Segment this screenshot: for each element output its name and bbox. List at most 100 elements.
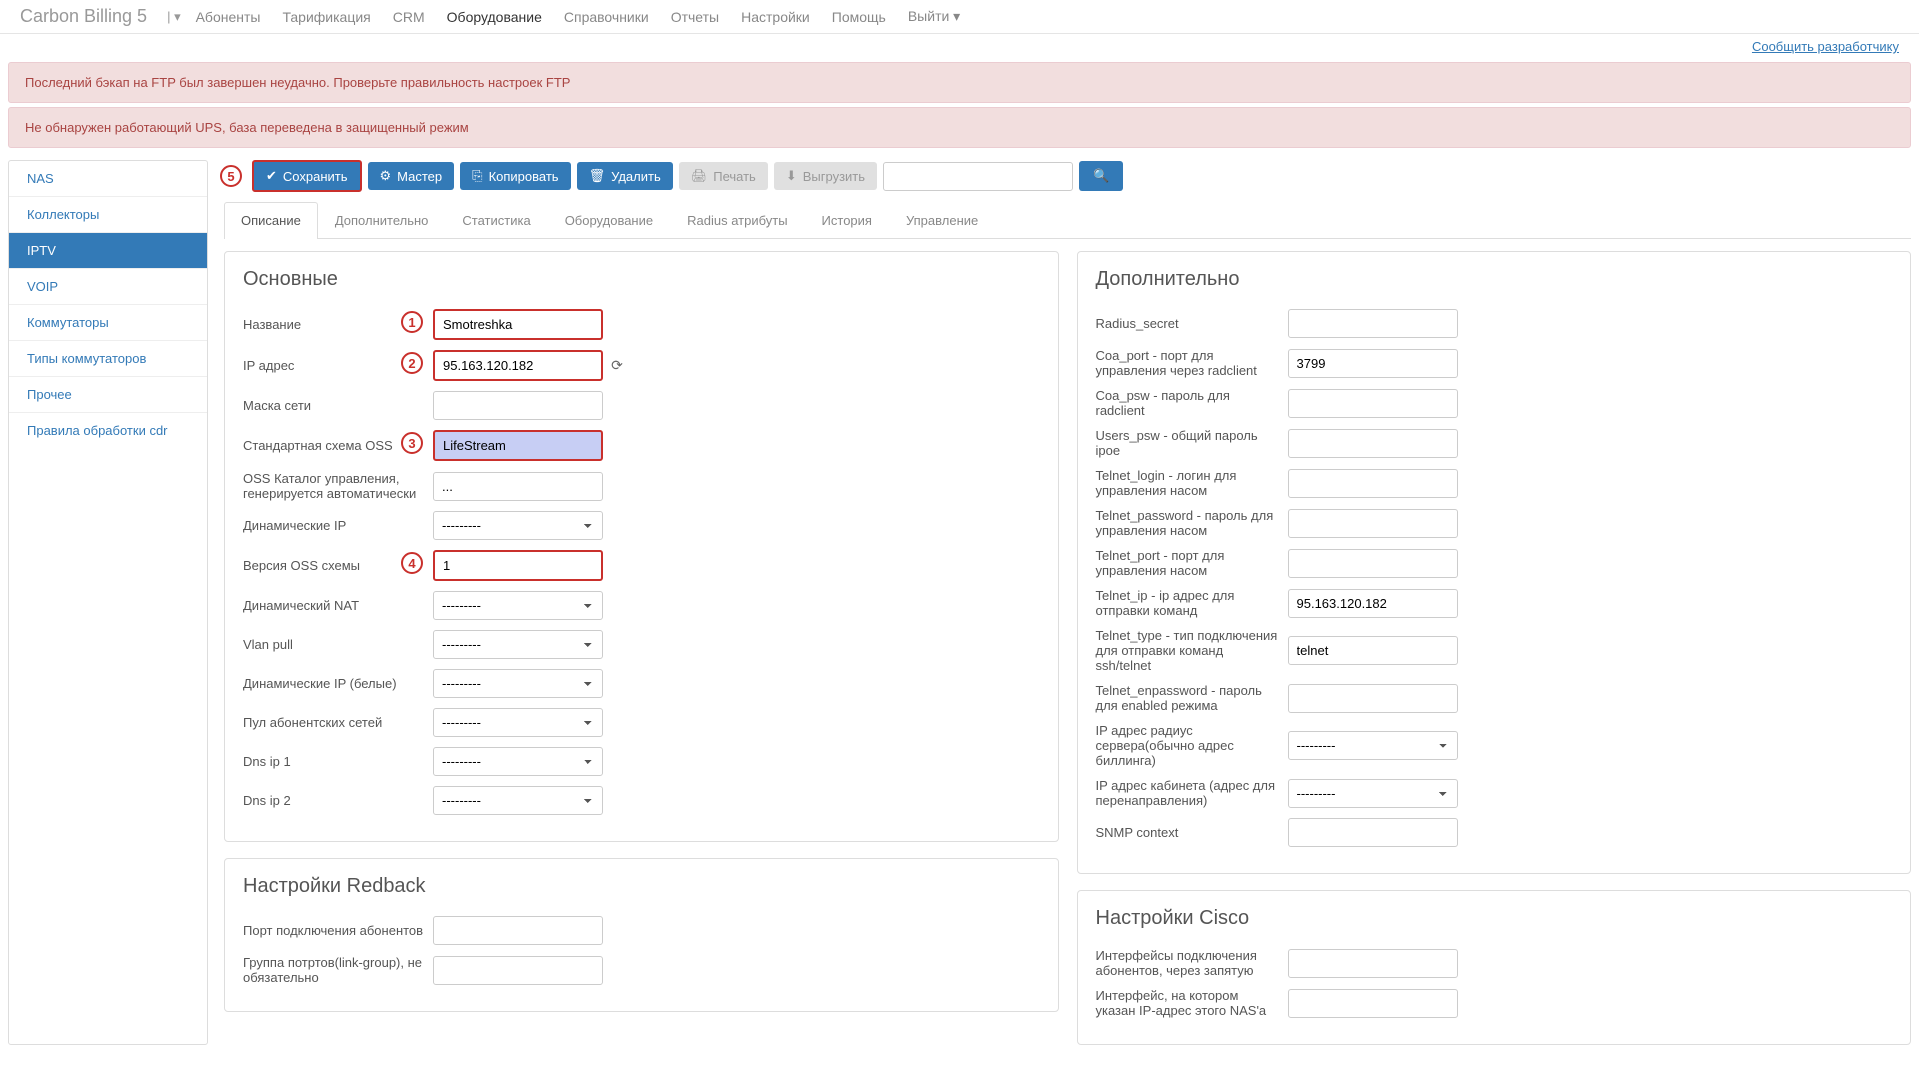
delete-button-label: Удалить [611, 169, 661, 184]
tenp-input[interactable] [1288, 684, 1458, 713]
marker-1: 1 [401, 311, 423, 333]
osscat-input[interactable] [433, 472, 603, 501]
dynip-select[interactable]: --------- [433, 511, 603, 540]
upsw-label: Users_psw - общий пароль ipoe [1096, 428, 1288, 458]
pool-select[interactable]: --------- [433, 708, 603, 737]
sidebar-item-switchtypes[interactable]: Типы коммутаторов [9, 341, 207, 377]
nav-reports[interactable]: Отчеты [671, 9, 719, 25]
tab-history[interactable]: История [805, 202, 889, 238]
rb-group-label: Группа потртов(link-group), не обязатель… [243, 955, 433, 985]
nav-help[interactable]: Помощь [832, 9, 886, 25]
save-button-label: Сохранить [283, 169, 348, 184]
oss-select[interactable]: LifeStream [433, 430, 603, 461]
tab-description[interactable]: Описание [224, 202, 318, 239]
export-button: ⬇ Выгрузить [774, 162, 877, 190]
snmp-input[interactable] [1288, 818, 1458, 847]
panel-additional: Дополнительно Radius_secret Coa_port - п… [1077, 251, 1912, 874]
ttype-input[interactable] [1288, 636, 1458, 665]
panel-cisco-title: Настройки Cisco [1096, 907, 1893, 930]
dnat-select[interactable]: --------- [433, 591, 603, 620]
search-button[interactable]: 🔍 [1079, 161, 1123, 191]
copy-button-label: Копировать [489, 169, 559, 184]
ossver-input[interactable] [433, 550, 603, 581]
tport-input[interactable] [1288, 549, 1458, 578]
tab-radius[interactable]: Radius атрибуты [670, 202, 804, 238]
nav-tariffs[interactable]: Тарификация [282, 9, 370, 25]
search-input[interactable] [883, 162, 1073, 191]
download-icon: ⬇ [786, 168, 797, 184]
panel-redback-title: Настройки Redback [243, 875, 1040, 898]
nav-crm[interactable]: CRM [393, 9, 425, 25]
dns2-label: Dns ip 2 [243, 793, 433, 808]
dynw-label: Динамические IP (белые) [243, 676, 433, 691]
vlan-select[interactable]: --------- [433, 630, 603, 659]
tip-input[interactable] [1288, 589, 1458, 618]
save-button[interactable]: ✔ Сохранить [252, 160, 362, 192]
coapsw-input[interactable] [1288, 389, 1458, 418]
dns1-label: Dns ip 1 [243, 754, 433, 769]
upsw-input[interactable] [1288, 429, 1458, 458]
copy-button[interactable]: ⎘ Копировать [460, 162, 570, 190]
sidebar: NAS Коллекторы IPTV VOIP Коммутаторы Тип… [8, 160, 208, 1045]
delete-button[interactable]: 🗑 Удалить [577, 162, 673, 190]
search-icon: 🔍 [1093, 168, 1109, 184]
cabip-label: IP адрес кабинета (адрес для перенаправл… [1096, 778, 1288, 808]
nav-settings[interactable]: Настройки [741, 9, 810, 25]
coaport-input[interactable] [1288, 349, 1458, 378]
panel-add-title: Дополнительно [1096, 268, 1893, 291]
sidebar-item-iptv[interactable]: IPTV [9, 233, 207, 269]
sidebar-item-cdr[interactable]: Правила обработки cdr [9, 413, 207, 448]
rb-port-label: Порт подключения абонентов [243, 923, 433, 938]
nav-refs[interactable]: Справочники [564, 9, 649, 25]
rsrv-select[interactable]: --------- [1288, 731, 1458, 760]
report-dev-link[interactable]: Сообщить разработчику [1752, 39, 1899, 54]
nav-subscribers[interactable]: Абоненты [196, 9, 261, 25]
tab-manage[interactable]: Управление [889, 202, 995, 238]
tab-equipment[interactable]: Оборудование [548, 202, 670, 238]
dns1-select[interactable]: --------- [433, 747, 603, 776]
tab-stats[interactable]: Статистика [445, 202, 547, 238]
sidebar-item-switches[interactable]: Коммутаторы [9, 305, 207, 341]
rsrv-label: IP адрес радиус сервера(обычно адрес бил… [1096, 723, 1288, 768]
vlan-label: Vlan pull [243, 637, 433, 652]
sidebar-item-voip[interactable]: VOIP [9, 269, 207, 305]
dynw-select[interactable]: --------- [433, 669, 603, 698]
ip-input[interactable] [433, 350, 603, 381]
ttype-label: Telnet_type - тип подключения для отправ… [1096, 628, 1288, 673]
brand: Carbon Billing 5 [20, 6, 147, 27]
gear-icon: ⚙ [380, 168, 392, 184]
top-nav: Carbon Billing 5 | ▾ Абоненты Тарификаци… [0, 0, 1919, 34]
alert-ftp: Последний бэкап на FTP был завершен неуд… [8, 62, 1911, 103]
marker-2: 2 [401, 352, 423, 374]
tpass-input[interactable] [1288, 509, 1458, 538]
sidebar-item-collectors[interactable]: Коллекторы [9, 197, 207, 233]
rb-port-input[interactable] [433, 916, 603, 945]
cabip-select[interactable]: --------- [1288, 779, 1458, 808]
pool-label: Пул абонентских сетей [243, 715, 433, 730]
name-input[interactable] [433, 309, 603, 340]
panel-main: Основные Название 1 IP адрес 2 [224, 251, 1059, 842]
sidebar-item-other[interactable]: Прочее [9, 377, 207, 413]
marker-5: 5 [220, 165, 242, 187]
ci-if-input[interactable] [1288, 949, 1458, 978]
tabs: Описание Дополнительно Статистика Оборуд… [224, 202, 1911, 239]
ci-ipif-label: Интерфейс, на котором указан IP-адрес эт… [1096, 988, 1288, 1018]
mask-input[interactable] [433, 391, 603, 420]
rb-group-input[interactable] [433, 956, 603, 985]
coaport-label: Coa_port - порт для управления через rad… [1096, 348, 1288, 378]
refresh-icon[interactable]: ⟳ [611, 357, 623, 374]
tab-additional[interactable]: Дополнительно [318, 202, 446, 238]
print-button-label: Печать [713, 169, 756, 184]
tport-label: Telnet_port - порт для управления насом [1096, 548, 1288, 578]
panel-cisco: Настройки Cisco Интерфейсы подключения а… [1077, 890, 1912, 1045]
master-button[interactable]: ⚙ Мастер [368, 162, 455, 190]
ci-ipif-input[interactable] [1288, 989, 1458, 1018]
rsecret-input[interactable] [1288, 309, 1458, 338]
coapsw-label: Coa_psw - пароль для radclient [1096, 388, 1288, 418]
nav-logout[interactable]: Выйти ▾ [908, 8, 960, 25]
sidebar-item-nas[interactable]: NAS [9, 161, 207, 197]
dns2-select[interactable]: --------- [433, 786, 603, 815]
nav-equipment[interactable]: Оборудование [447, 9, 542, 25]
alert-ups: Не обнаружен работающий UPS, база переве… [8, 107, 1911, 148]
tlogin-input[interactable] [1288, 469, 1458, 498]
